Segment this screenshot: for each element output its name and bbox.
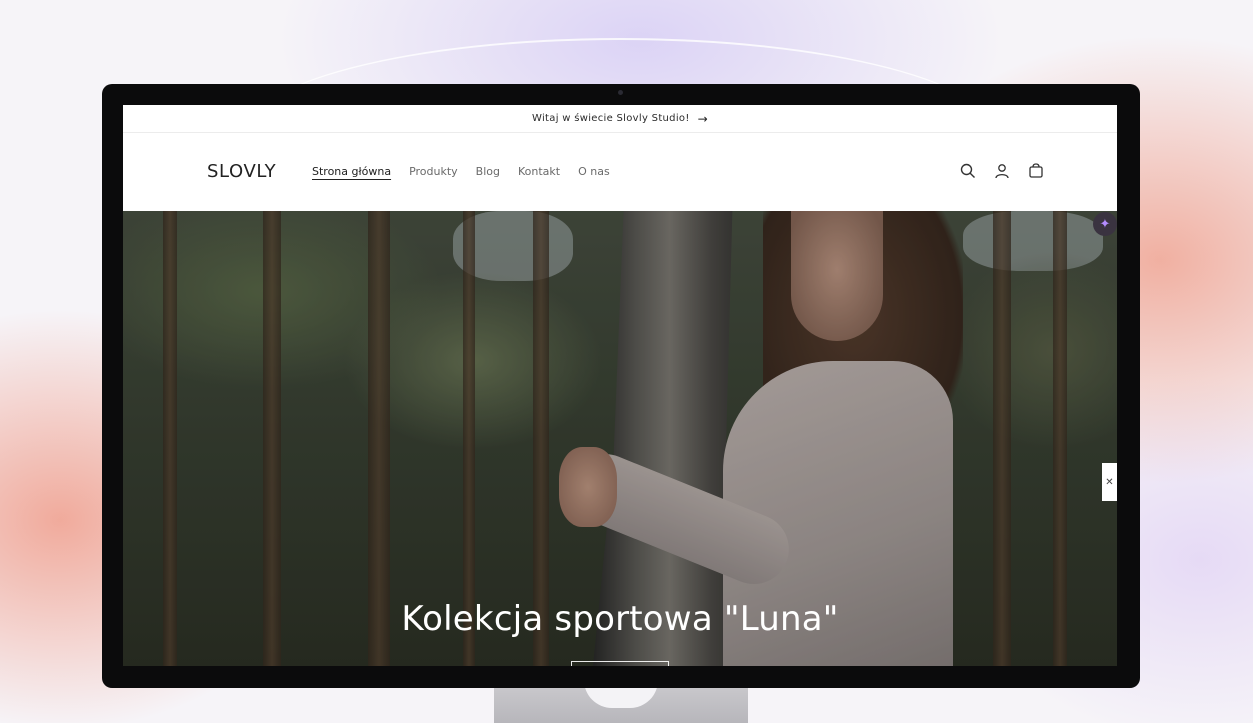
- arrow-right-icon[interactable]: →: [698, 112, 708, 126]
- announcement-bar[interactable]: Witaj w świecie Slovly Studio! →: [123, 105, 1117, 133]
- site-logo[interactable]: SLOVLY: [207, 161, 276, 182]
- hero-title: Kolekcja sportowa "Luna": [401, 599, 839, 639]
- hero-overlay: [123, 211, 1117, 666]
- header-icons: [958, 161, 1046, 181]
- nav-item-contact[interactable]: Kontakt: [518, 165, 560, 178]
- cart-icon[interactable]: [1026, 161, 1046, 181]
- nav-item-about[interactable]: O nas: [578, 165, 610, 178]
- search-icon[interactable]: [958, 161, 978, 181]
- nav-item-blog[interactable]: Blog: [476, 165, 500, 178]
- hero-banner[interactable]: Kolekcja sportowa "Luna": [123, 211, 1117, 666]
- monitor-stand: [494, 680, 748, 723]
- nav-item-home[interactable]: Strona główna: [312, 165, 391, 178]
- main-nav: Strona główna Produkty Blog Kontakt O na…: [312, 165, 610, 178]
- account-icon[interactable]: [992, 161, 1012, 181]
- hero-cta-button[interactable]: [571, 661, 669, 666]
- monitor-camera: [618, 90, 623, 95]
- site-header: SLOVLY Strona główna Produkty Blog Konta…: [123, 133, 1117, 211]
- website-screen: Witaj w świecie Slovly Studio! → SLOVLY …: [123, 105, 1117, 666]
- monitor-frame: Witaj w świecie Slovly Studio! → SLOVLY …: [102, 84, 1140, 688]
- sparkle-icon[interactable]: ✦: [1093, 212, 1117, 236]
- nav-item-products[interactable]: Produkty: [409, 165, 458, 178]
- announcement-text[interactable]: Witaj w świecie Slovly Studio!: [532, 113, 690, 124]
- side-widget-tab[interactable]: ✕: [1102, 463, 1117, 501]
